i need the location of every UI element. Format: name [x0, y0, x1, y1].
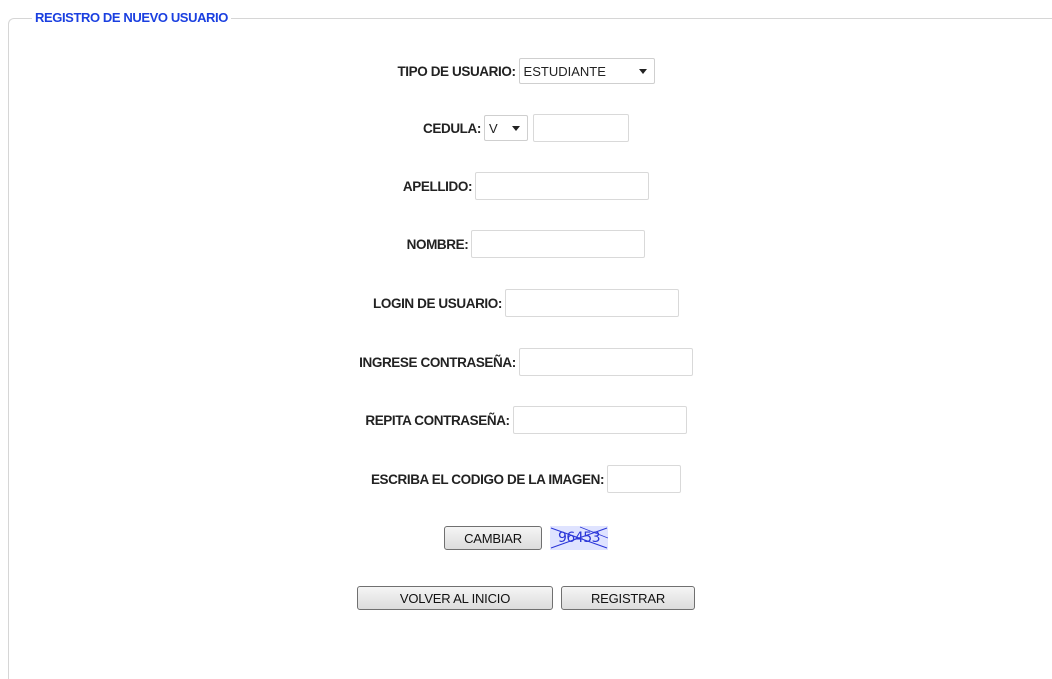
cedula-input[interactable]: [532, 114, 629, 142]
password-repeat-label: REPITA CONTRASEÑA:: [365, 412, 510, 428]
tipo-usuario-label: TIPO DE USUARIO:: [397, 63, 516, 79]
password-input[interactable]: [518, 348, 693, 376]
password-repeat-row: REPITA CONTRASEÑA:: [0, 406, 1052, 434]
captcha-input[interactable]: [607, 465, 682, 493]
password-label: INGRESE CONTRASEÑA:: [359, 354, 516, 370]
change-captcha-button[interactable]: CAMBIAR: [444, 526, 542, 550]
nombre-label: NOMBRE:: [406, 236, 469, 252]
nombre-input[interactable]: [471, 230, 646, 258]
cedula-row: CEDULA: V: [0, 114, 1052, 142]
captcha-input-label: ESCRIBA EL CODIGO DE LA IMAGEN:: [370, 471, 605, 487]
tipo-usuario-selected: ESTUDIANTE: [523, 63, 606, 79]
register-button[interactable]: REGISTRAR: [561, 586, 695, 610]
tipo-usuario-row: TIPO DE USUARIO: ESTUDIANTE: [0, 58, 1052, 84]
password-row: INGRESE CONTRASEÑA:: [0, 348, 1052, 376]
cedula-label: CEDULA:: [423, 120, 481, 136]
nombre-row: NOMBRE:: [0, 230, 1052, 258]
chevron-down-icon: [638, 68, 647, 74]
apellido-label: APELLIDO:: [402, 178, 473, 194]
tipo-usuario-select[interactable]: ESTUDIANTE: [518, 58, 655, 84]
login-label: LOGIN DE USUARIO:: [373, 295, 502, 311]
captcha-image: 96453: [550, 526, 608, 550]
form-legend: REGISTRO DE NUEVO USUARIO: [32, 10, 231, 25]
actions-row: VOLVER AL INICIO REGISTRAR: [0, 586, 1052, 610]
captcha-row: CAMBIAR 96453: [0, 526, 1052, 550]
captcha-code: 96453: [557, 530, 601, 546]
cedula-prefix-selected: V: [488, 120, 498, 136]
chevron-down-icon: [511, 125, 520, 131]
password-repeat-input[interactable]: [512, 406, 687, 434]
back-to-home-button[interactable]: VOLVER AL INICIO: [357, 586, 553, 610]
apellido-row: APELLIDO:: [0, 172, 1052, 200]
cedula-prefix-select[interactable]: V: [483, 115, 528, 141]
captcha-input-row: ESCRIBA EL CODIGO DE LA IMAGEN:: [0, 465, 1052, 493]
login-row: LOGIN DE USUARIO:: [0, 289, 1052, 317]
login-input[interactable]: [504, 289, 679, 317]
apellido-input[interactable]: [475, 172, 650, 200]
